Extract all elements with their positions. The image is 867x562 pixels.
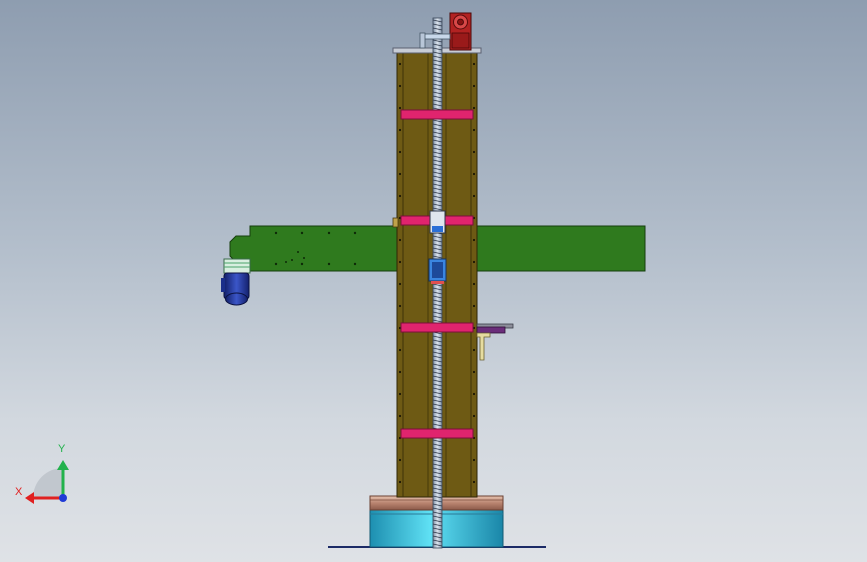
top-gearbox[interactable] [419, 12, 472, 51]
x-axis-label: X [15, 486, 23, 498]
stiffener-band-3[interactable] [400, 322, 474, 333]
y-axis-label: Y [58, 443, 66, 455]
axis-triad[interactable] [25, 460, 69, 504]
side-bracket[interactable] [476, 323, 514, 361]
assembly-model[interactable] [0, 0, 867, 562]
right-arm-beam[interactable] [469, 225, 646, 272]
z-axis-dot [59, 494, 67, 502]
column-side-tab [392, 217, 399, 228]
screw-nut-lower[interactable] [428, 258, 447, 284]
triad-plane-arc [33, 468, 63, 498]
left-arm-beam[interactable] [229, 225, 399, 272]
screw-nut-upper[interactable] [429, 210, 446, 234]
arm-drive-motor[interactable] [221, 258, 251, 306]
cad-viewport[interactable]: Y X [0, 0, 867, 562]
stiffener-band-1[interactable] [400, 109, 474, 120]
stiffener-band-4[interactable] [400, 428, 474, 439]
